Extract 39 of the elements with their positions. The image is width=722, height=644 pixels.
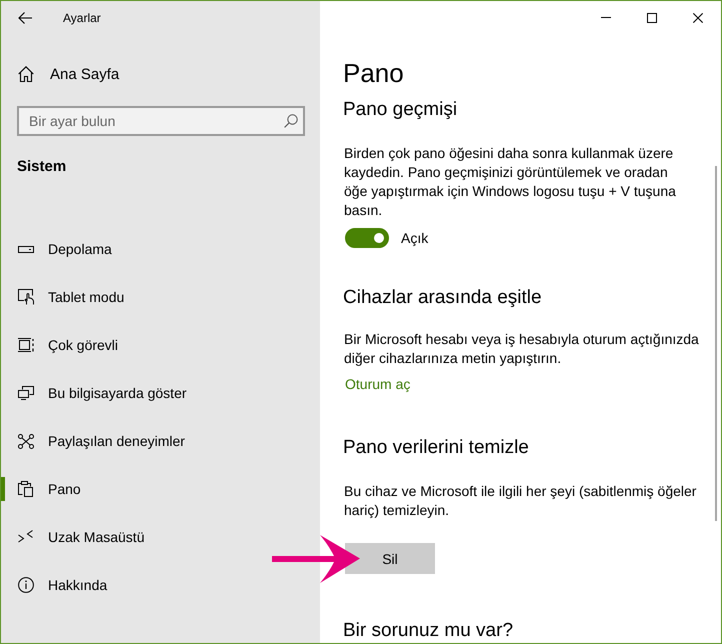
window-title: Ayarlar — [63, 10, 101, 24]
sidebar-item[interactable]: Depolama — [1, 225, 320, 273]
two-screens-icon — [18, 386, 34, 400]
multitasking-icon — [18, 338, 34, 352]
section-heading: Cihazlar arasında eşitle — [343, 286, 543, 310]
clipboard-icon — [18, 481, 33, 497]
section-heading: Pano verilerini temizle — [343, 436, 530, 460]
sidebar-item[interactable]: Tablet modu — [1, 273, 320, 321]
section-heading: Sistem — [17, 157, 66, 177]
page-title: Pano — [343, 57, 405, 89]
chevrons-icon — [18, 530, 33, 544]
sidebar-item[interactable]: Hakkında — [1, 561, 320, 609]
info-icon — [18, 577, 34, 593]
arrow-left-icon — [18, 12, 32, 24]
description-text: Bu cihaz ve Microsoft ile ilgili her şeyi (sabitlenmiş öğeler hariç) temizleyin. — [344, 482, 698, 520]
clear-button[interactable]: Sil — [345, 543, 435, 574]
sidebar-item[interactable]: Uzak Masaüstü — [1, 513, 320, 561]
description-text: Birden çok pano öğesini daha sonra kullanmak üzere kaydedin. Pano geçmişinizi görüntülemek ve oradan öğe yapıştırmak için Windows logosu tuşu + V tuşuna basın. — [344, 144, 677, 220]
section-heading: Bir sorunuz mu var? — [343, 619, 514, 643]
search-field[interactable]: Bir ayar bulun — [17, 106, 305, 136]
toggle-switch[interactable] — [345, 228, 389, 248]
toggle-state-label: Açık — [401, 230, 428, 246]
section-heading: Pano geçmişi — [343, 98, 458, 122]
minimize-icon — [601, 17, 611, 18]
home-icon — [18, 66, 34, 82]
touch-screen-icon — [18, 289, 34, 305]
description-text: Bir Microsoft hesabı veya iş hesabıyla oturum açtığınızda diğer cihazlarınıza metin yapıştırın. — [344, 330, 700, 368]
sidebar-item[interactable]: Paylaşılan deneyimler — [1, 417, 320, 465]
sidebar-item[interactable]: Çok görevli — [1, 321, 320, 369]
close-icon — [693, 12, 703, 22]
network-nodes-icon — [18, 434, 34, 448]
drive-icon — [18, 246, 34, 252]
sidebar-item[interactable]: Pano — [1, 465, 320, 513]
home-link[interactable]: Ana Sayfa — [1, 52, 320, 96]
sidebar-item[interactable]: Bu bilgisayarda göster — [1, 369, 320, 417]
search-icon[interactable] — [284, 114, 298, 128]
scroll-bar[interactable] — [715, 166, 717, 521]
sign-in-link[interactable]: Oturum aç — [345, 375, 410, 394]
maximize-icon — [647, 12, 657, 22]
